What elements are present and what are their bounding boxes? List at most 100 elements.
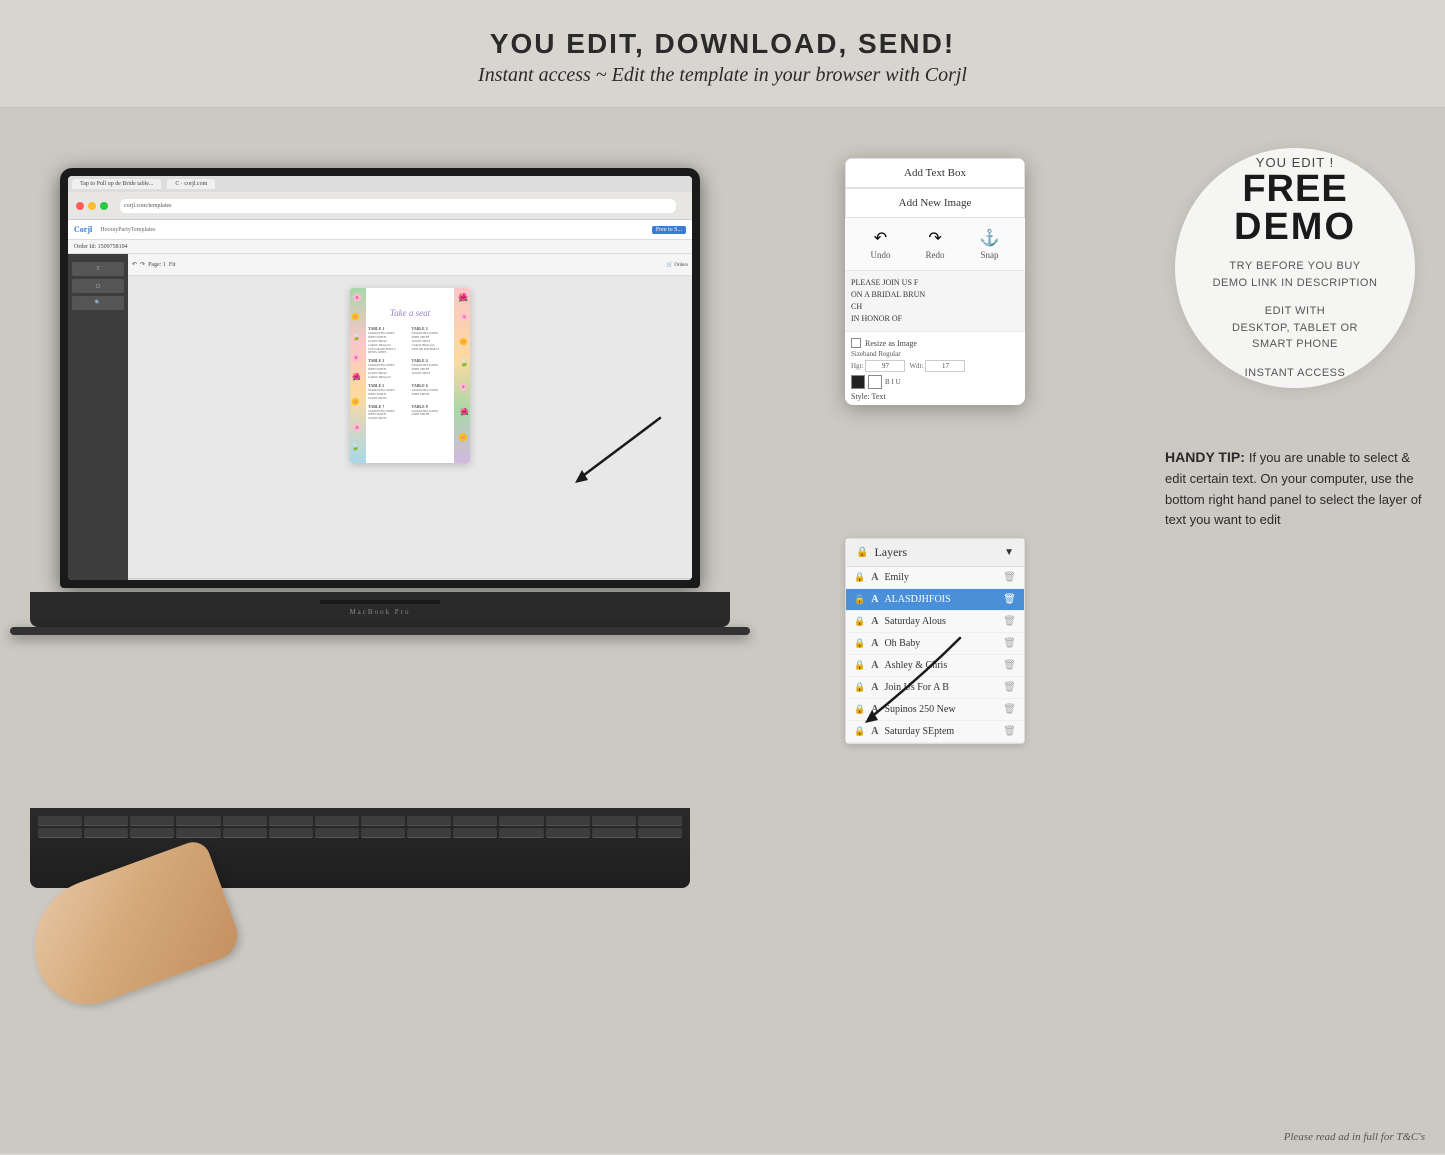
height-input-group: Hgt: 97 <box>851 360 905 372</box>
layer-item-emily[interactable]: 🔒 A Emily 🗑 <box>846 567 1024 589</box>
key <box>546 828 590 838</box>
key <box>315 828 359 838</box>
nav-templates: HoorayPartyTemplates <box>100 227 155 233</box>
key <box>223 828 267 838</box>
table-6: TABLE 6 SAMANTHA JONESJOHN SMITH <box>412 383 453 401</box>
address-bar[interactable]: corjl.com/templates <box>120 199 676 213</box>
keyboard-keys <box>30 808 690 846</box>
key <box>269 828 313 838</box>
key <box>223 816 267 826</box>
layer-name: Emily <box>884 572 999 583</box>
layer-delete-icon[interactable]: 🗑 <box>1003 638 1016 649</box>
layer-type-icon: A <box>871 594 878 605</box>
resize-image-label: Resize as Image <box>865 339 917 348</box>
key <box>499 828 543 838</box>
floral-left: 🌸 🌼 🍃 🌸 🌺 🌼 🌸 🍃 <box>350 288 366 463</box>
bottom-bar: 🔒 Layers A Emily ALASDJHFOIS A Saturday … <box>128 578 692 580</box>
editor-sidebar: T ◻ 🔍 <box>68 254 128 580</box>
toolbar-fit: Fit <box>169 262 176 268</box>
table-1: TABLE 1 SAMANTHA JONESJOHN SMITHJASON OR… <box>368 326 409 355</box>
toolbar-item: ↶ <box>132 261 137 268</box>
width-value: 17 <box>942 362 949 370</box>
footer-text: Please read ad in full for T&C's <box>1284 1131 1425 1143</box>
key <box>499 816 543 826</box>
layers-lock-icon: 🔒 <box>856 547 868 558</box>
seating-chart-canvas: 🌸 🌼 🍃 🌸 🌺 🌼 🌸 🍃 <box>350 288 470 463</box>
key <box>453 816 497 826</box>
layers-chevron-icon[interactable]: ▼ <box>1004 547 1014 558</box>
preview-text: PLEASE JOIN US FON A BRIDAL BRUNCHIN HON… <box>851 277 1019 325</box>
style-text: Style: Text <box>851 392 1019 401</box>
laptop-notch <box>320 600 440 604</box>
toolbar-zoom: Page: 1 <box>148 262 166 268</box>
color-swatch-white[interactable] <box>868 375 882 389</box>
layer-lock-icon: 🔒 <box>854 572 865 583</box>
layer-delete-icon[interactable]: 🗑 <box>1003 682 1016 693</box>
height-label: Hgt: <box>851 362 863 370</box>
layer-delete-icon[interactable]: 🗑 <box>1003 726 1016 737</box>
resize-image-row: Resize as Image <box>851 338 1019 348</box>
undo-button[interactable]: ↶ Undo <box>871 228 891 260</box>
key <box>361 816 405 826</box>
height-input[interactable]: 97 <box>865 360 905 372</box>
layers-title: Layers <box>874 545 907 560</box>
layer-lock-icon: 🔒 <box>854 616 865 627</box>
floral-right: 🌺 🌸 🌼 🍃 🌸 🌺 🌼 <box>454 288 470 463</box>
color-swatch[interactable] <box>851 375 865 389</box>
key <box>592 816 636 826</box>
editor-toolbar: ↶ ↷ Page: 1 Fit 🛒 Orders <box>128 254 692 276</box>
snap-button[interactable]: ⚓ Snap <box>980 228 1000 260</box>
undo-icon: ↶ <box>874 228 887 248</box>
handy-tip-box: HANDY TIP: If you are unable to select &… <box>1165 448 1425 531</box>
panel-options: Resize as Image Sizeband Regular Hgt: 97… <box>845 331 1025 405</box>
laptop-screen: Tap to Pull up de Bride table... C · cor… <box>60 168 700 588</box>
small-icons: B I U <box>885 378 901 386</box>
layer-delete-icon[interactable]: 🗑 <box>1003 660 1016 671</box>
key <box>315 816 359 826</box>
demo-demo-label: DEMO <box>1234 208 1356 246</box>
browser-tab2: C · corjl.com <box>167 179 215 189</box>
layer-lock-icon: 🔒 <box>854 594 865 605</box>
layer-delete-icon[interactable]: 🗑 <box>1003 704 1016 715</box>
layer-delete-icon-active[interactable]: 🗑 <box>1003 594 1016 605</box>
layers-header: 🔒 Layers ▼ <box>846 539 1024 567</box>
width-input[interactable]: 17 <box>925 360 965 372</box>
key <box>130 828 174 838</box>
layer-delete-icon[interactable]: 🗑 <box>1003 616 1016 627</box>
key <box>130 816 174 826</box>
add-new-image-button[interactable]: Add New Image <box>845 188 1025 218</box>
table-8: TABLE 8 SAMANTHA JONESJOHN SMITH <box>412 404 453 422</box>
demo-devices-label: DESKTOP, TABLET OR <box>1232 320 1358 337</box>
width-input-group: Wdt: 17 <box>909 360 965 372</box>
panel-preview: PLEASE JOIN US FON A BRIDAL BRUNCHIN HON… <box>845 271 1025 331</box>
key <box>38 816 82 826</box>
layer-delete-icon[interactable]: 🗑 <box>1003 572 1016 583</box>
demo-link-label: DEMO LINK IN DESCRIPTION <box>1213 275 1378 292</box>
subline: Instant access ~ Edit the template in yo… <box>20 64 1425 87</box>
layer-name: Saturday Alous <box>884 616 999 627</box>
browser-tab: Tap to Pull up de Bride table... <box>72 179 161 189</box>
table-2: TABLE 2 SAMANTHA JONESJOHN SMITHJASON OR… <box>412 326 453 355</box>
key <box>407 816 451 826</box>
sidebar-tool3: 🔍 <box>72 296 124 310</box>
headline: YOU EDIT, DOWNLOAD, SEND! <box>20 28 1425 60</box>
toolbar-orders: 🛒 Orders <box>667 262 688 268</box>
demo-try-label: TRY BEFORE YOU BUY <box>1229 258 1360 275</box>
width-label: Wdt: <box>909 362 923 370</box>
layer-name-active: ALASDJHFOIS <box>884 594 999 605</box>
browser-chrome: corjl.com/templates <box>68 192 692 220</box>
arrow-to-panel <box>560 408 690 488</box>
canvas-title: Take a seat <box>390 308 430 318</box>
demo-free-label: FREE <box>1242 170 1347 208</box>
key <box>407 828 451 838</box>
redo-button[interactable]: ↷ Redo <box>926 228 945 260</box>
key <box>592 828 636 838</box>
layer-type-icon: A <box>871 572 878 583</box>
layer-item-active[interactable]: 🔒 A ALASDJHFOIS 🗑 <box>846 589 1024 611</box>
close-dot <box>76 202 84 210</box>
demo-instant-label: INSTANT ACCESS <box>1245 365 1346 382</box>
add-text-box-button[interactable]: Add Text Box <box>845 158 1025 188</box>
demo-edit-label: EDIT WITH <box>1265 303 1326 320</box>
key <box>546 816 590 826</box>
resize-image-checkbox[interactable] <box>851 338 861 348</box>
